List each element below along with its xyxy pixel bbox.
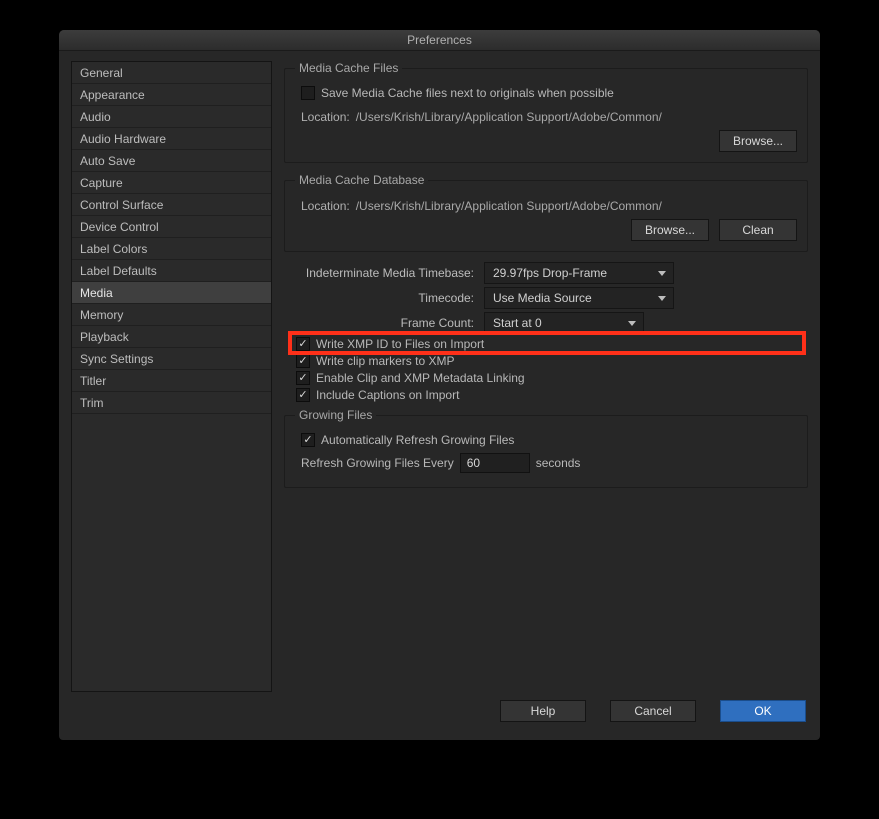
- dialog-body: GeneralAppearanceAudioAudio HardwareAuto…: [59, 51, 820, 692]
- checkbox-auto-refresh-growing[interactable]: [301, 433, 315, 447]
- preferences-dialog: Preferences GeneralAppearanceAudioAudio …: [58, 29, 821, 741]
- mcd-browse-button[interactable]: Browse...: [631, 219, 709, 241]
- label-timebase: Indeterminate Media Timebase:: [284, 266, 484, 280]
- sidebar-item-control-surface[interactable]: Control Surface: [72, 194, 271, 216]
- sidebar-item-auto-save[interactable]: Auto Save: [72, 150, 271, 172]
- dialog-title: Preferences: [407, 33, 472, 47]
- sidebar-item-audio-hardware[interactable]: Audio Hardware: [72, 128, 271, 150]
- sidebar: GeneralAppearanceAudioAudio HardwareAuto…: [71, 61, 272, 692]
- label-include-captions: Include Captions on Import: [316, 388, 459, 402]
- label-write-clip-markers: Write clip markers to XMP: [316, 354, 454, 368]
- checkbox-include-captions[interactable]: [296, 388, 310, 402]
- mcf-location-label: Location:: [301, 110, 350, 124]
- group-growing-files: Growing Files Automatically Refresh Grow…: [284, 408, 808, 488]
- row-enable-metadata-linking[interactable]: Enable Clip and XMP Metadata Linking: [296, 371, 808, 385]
- select-framecount[interactable]: Start at 0: [484, 312, 644, 334]
- titlebar: Preferences: [59, 30, 820, 51]
- checkbox-write-xmp-id[interactable]: [296, 337, 310, 351]
- sidebar-item-titler[interactable]: Titler: [72, 370, 271, 392]
- sidebar-item-appearance[interactable]: Appearance: [72, 84, 271, 106]
- group-media-cache-database: Media Cache Database Location: /Users/Kr…: [284, 173, 808, 252]
- legend-media-cache-files: Media Cache Files: [295, 61, 402, 75]
- mcd-location-label: Location:: [301, 199, 350, 213]
- row-timebase: Indeterminate Media Timebase: 29.97fps D…: [284, 262, 808, 284]
- checkbox-save-next-to-originals[interactable]: [301, 86, 315, 100]
- sidebar-item-media[interactable]: Media: [72, 282, 271, 304]
- group-media-cache-files: Media Cache Files Save Media Cache files…: [284, 61, 808, 163]
- label-refresh-every: Refresh Growing Files Every: [301, 456, 454, 470]
- sidebar-item-label-defaults[interactable]: Label Defaults: [72, 260, 271, 282]
- sidebar-item-memory[interactable]: Memory: [72, 304, 271, 326]
- checkbox-enable-metadata-linking[interactable]: [296, 371, 310, 385]
- sidebar-item-audio[interactable]: Audio: [72, 106, 271, 128]
- row-write-clip-markers[interactable]: Write clip markers to XMP: [296, 354, 808, 368]
- label-enable-metadata-linking: Enable Clip and XMP Metadata Linking: [316, 371, 525, 385]
- row-auto-refresh-growing[interactable]: Automatically Refresh Growing Files: [301, 433, 797, 447]
- sidebar-item-label-colors[interactable]: Label Colors: [72, 238, 271, 260]
- input-refresh-seconds[interactable]: [460, 453, 530, 473]
- row-framecount: Frame Count: Start at 0: [284, 312, 808, 334]
- label-timecode: Timecode:: [284, 291, 484, 305]
- mcf-location-path: /Users/Krish/Library/Application Support…: [356, 110, 662, 124]
- cancel-button[interactable]: Cancel: [610, 700, 696, 722]
- legend-growing-files: Growing Files: [295, 408, 376, 422]
- dialog-footer: Help Cancel OK: [59, 692, 820, 740]
- mcf-browse-button[interactable]: Browse...: [719, 130, 797, 152]
- row-write-xmp-id[interactable]: Write XMP ID to Files on Import: [296, 337, 808, 351]
- label-write-xmp-id: Write XMP ID to Files on Import: [316, 337, 484, 351]
- mcd-clean-button[interactable]: Clean: [719, 219, 797, 241]
- sidebar-item-general[interactable]: General: [72, 62, 271, 84]
- sidebar-item-sync-settings[interactable]: Sync Settings: [72, 348, 271, 370]
- label-seconds: seconds: [536, 456, 581, 470]
- save-next-to-originals-label: Save Media Cache files next to originals…: [321, 86, 614, 100]
- checkboxes-block: Write XMP ID to Files on Import Write cl…: [296, 337, 808, 402]
- label-framecount: Frame Count:: [284, 316, 484, 330]
- row-include-captions[interactable]: Include Captions on Import: [296, 388, 808, 402]
- sidebar-item-playback[interactable]: Playback: [72, 326, 271, 348]
- ok-button[interactable]: OK: [720, 700, 806, 722]
- sidebar-item-device-control[interactable]: Device Control: [72, 216, 271, 238]
- legend-media-cache-database: Media Cache Database: [295, 173, 428, 187]
- help-button[interactable]: Help: [500, 700, 586, 722]
- save-next-to-originals-row[interactable]: Save Media Cache files next to originals…: [301, 86, 797, 100]
- content-pane: Media Cache Files Save Media Cache files…: [284, 61, 808, 692]
- select-timecode[interactable]: Use Media Source: [484, 287, 674, 309]
- sidebar-item-capture[interactable]: Capture: [72, 172, 271, 194]
- row-timecode: Timecode: Use Media Source: [284, 287, 808, 309]
- select-timebase[interactable]: 29.97fps Drop-Frame: [484, 262, 674, 284]
- mcd-location-path: /Users/Krish/Library/Application Support…: [356, 199, 662, 213]
- sidebar-item-trim[interactable]: Trim: [72, 392, 271, 414]
- checkbox-write-clip-markers[interactable]: [296, 354, 310, 368]
- label-auto-refresh-growing: Automatically Refresh Growing Files: [321, 433, 514, 447]
